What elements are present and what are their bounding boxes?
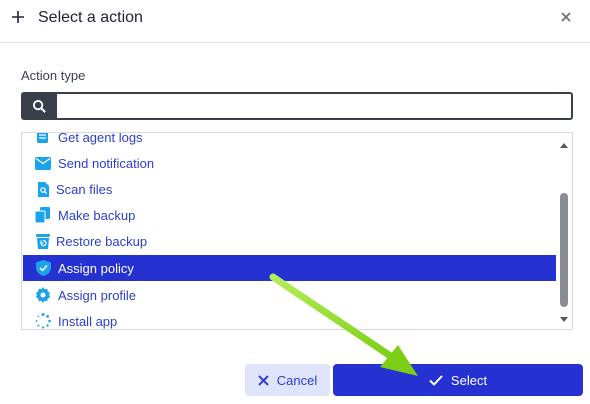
item-label: Send notification [58,155,155,171]
checkmark-icon [429,374,443,386]
list-scrollbar[interactable] [556,133,572,329]
item-label: Get agent logs [58,132,143,145]
item-label: Assign profile [58,287,137,303]
action-search [21,92,573,120]
list-item-restore-backup[interactable]: Restore backup [23,228,556,254]
select-button-label: Select [450,372,488,388]
scroll-down-arrow-icon[interactable] [560,317,568,322]
action-type-label: Action type [21,68,86,83]
item-label: Restore backup [56,233,148,249]
action-list: Get agent logs Send notification Scan fi… [21,132,573,330]
search-icon [32,99,46,113]
select-button[interactable]: Select [333,364,583,396]
close-icon[interactable] [558,9,574,25]
cancel-button-label: Cancel [276,372,318,388]
item-label: Make backup [58,207,136,223]
log-icon [34,133,52,146]
list-item-send-notification[interactable]: Send notification [23,150,556,176]
item-label: Scan files [56,181,113,197]
list-item-assign-policy[interactable]: Assign policy [23,255,556,281]
envelope-icon [34,154,52,172]
dialog-header: Select a action [0,0,590,43]
copy-icon [34,206,52,224]
close-icon [258,374,269,386]
item-label: Install app [58,313,118,329]
file-search-icon [34,180,52,198]
list-item-assign-profile[interactable]: Assign profile [23,282,556,308]
restore-icon [34,232,52,250]
scroll-thumb[interactable] [560,193,568,307]
gear-icon [34,286,52,304]
item-label: Assign policy [58,260,134,276]
search-input[interactable] [57,92,573,120]
list-item-scan-files[interactable]: Scan files [23,176,556,202]
list-item-install-app[interactable]: Install app [23,308,556,329]
spinner-icon [34,312,52,329]
shield-check-icon [34,259,52,277]
plus-icon [12,11,24,23]
list-item-get-agent-logs[interactable]: Get agent logs [23,132,556,150]
dialog-title: Select a action [38,9,143,26]
cancel-button[interactable]: Cancel [245,364,330,396]
list-item-make-backup[interactable]: Make backup [23,202,556,228]
scroll-up-arrow-icon[interactable] [560,143,568,148]
search-button[interactable] [21,92,57,120]
